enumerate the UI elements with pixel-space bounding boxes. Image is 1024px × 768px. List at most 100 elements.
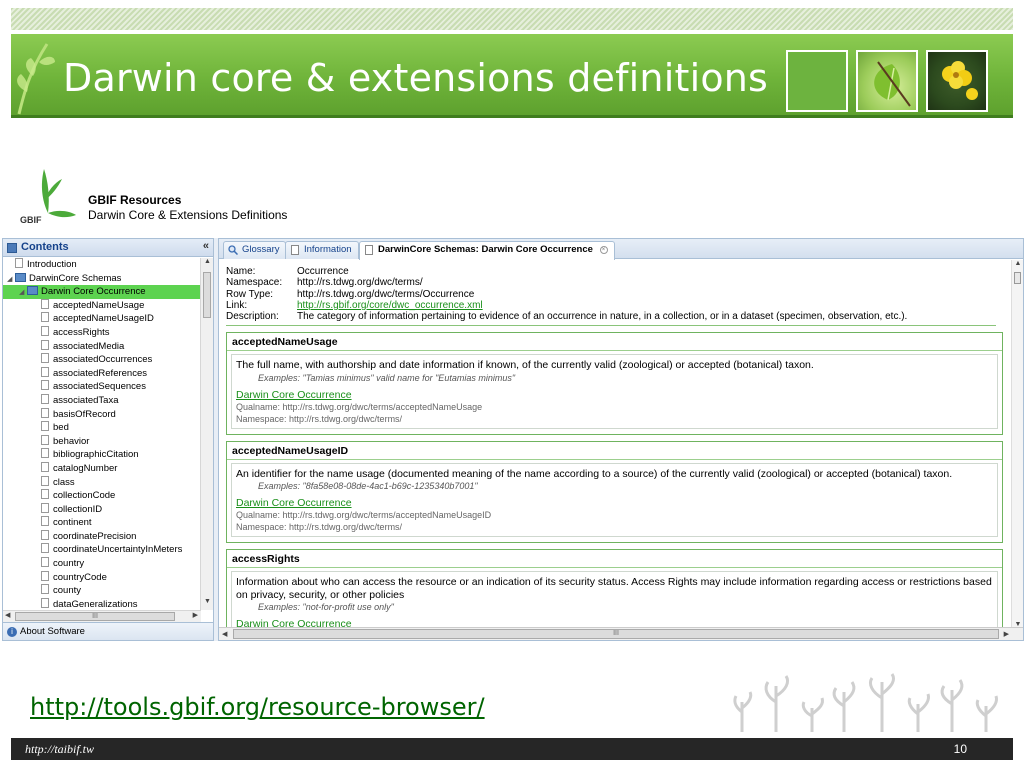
- document-icon: [41, 461, 49, 472]
- tree-item[interactable]: ◢ Darwin Core Occurrence: [3, 285, 201, 299]
- tab-bar: Glossary Information DarwinCore Schemas:…: [219, 239, 1023, 260]
- term-card: acceptedNameUsageID An identifier for th…: [226, 440, 1003, 544]
- document-icon: [41, 353, 49, 364]
- term-class-link[interactable]: Darwin Core Occurrence: [236, 389, 993, 401]
- tree-item-label: associatedMedia: [53, 340, 125, 352]
- close-tab-icon[interactable]: ×: [599, 246, 608, 254]
- tree-item-label: coordinatePrecision: [53, 530, 137, 542]
- tree-item[interactable]: collectionCode: [3, 489, 201, 503]
- scroll-down-icon[interactable]: ▼: [201, 598, 214, 610]
- book-icon: [15, 272, 26, 282]
- document-icon: [41, 421, 49, 432]
- expand-arrow-icon[interactable]: ◢: [19, 286, 27, 300]
- app-subtitle: Darwin Core & Extensions Definitions: [88, 208, 288, 222]
- tree-item[interactable]: country: [3, 557, 201, 571]
- document-icon: [41, 475, 49, 486]
- tree-item[interactable]: class: [3, 475, 201, 490]
- meta-name-key: Name:: [226, 266, 256, 277]
- main-hscroll-thumb[interactable]: III: [233, 629, 999, 639]
- about-software-label: About Software: [20, 626, 85, 637]
- scroll-right-icon[interactable]: ▶: [193, 611, 198, 619]
- tree-item-label: continent: [53, 517, 92, 529]
- meta-divider: [226, 325, 996, 327]
- meta-rowtype-value: http://rs.tdwg.org/dwc/terms/Occurrence: [297, 288, 475, 300]
- tree-item[interactable]: behavior: [3, 434, 201, 449]
- resource-browser-url[interactable]: http://tools.gbif.org/resource-browser/: [30, 693, 485, 721]
- term-description: The full name, with authorship and date …: [236, 359, 814, 372]
- tree-item[interactable]: associatedSequences: [3, 380, 201, 394]
- tree-item[interactable]: bibliographicCitation: [3, 448, 201, 462]
- tree-item-label: acceptedNameUsageID: [53, 313, 154, 325]
- tree-item-label: catalogNumber: [53, 462, 118, 474]
- sidebar-hscroll-thumb[interactable]: III: [15, 612, 175, 621]
- plants-decoration-icon: [733, 673, 998, 732]
- tree-item-label: acceptedNameUsage: [53, 299, 145, 311]
- meta-name-value: Occurrence: [297, 266, 349, 277]
- tree-item[interactable]: basisOfRecord: [3, 407, 201, 422]
- tree-item[interactable]: countryCode: [3, 570, 201, 585]
- tab-glossary[interactable]: Glossary: [223, 241, 287, 259]
- tree-item[interactable]: accessRights: [3, 325, 201, 340]
- app-header: GBIF GBIF Resources Darwin Core & Extens…: [14, 165, 414, 227]
- app-title: GBIF Resources: [88, 193, 182, 207]
- tree-item[interactable]: collectionID: [3, 502, 201, 517]
- scroll-left-icon[interactable]: ◀: [5, 611, 10, 619]
- scroll-up-icon[interactable]: ▲: [1012, 260, 1024, 267]
- green-square-image: [786, 50, 848, 112]
- main-horizontal-scrollbar[interactable]: ◀ III ▶: [219, 627, 1023, 640]
- tree-item[interactable]: county: [3, 584, 201, 598]
- tree-item[interactable]: acceptedNameUsage: [3, 298, 201, 313]
- meta-rowtype-row: Row Type: http://rs.tdwg.org/dwc/terms/O…: [226, 289, 1010, 300]
- term-description: Information about who can access the res…: [236, 576, 992, 601]
- tree-item-label: class: [53, 476, 75, 488]
- slide-title: Darwin core & extensions definitions: [63, 56, 769, 100]
- footer-url: http://taibif.tw: [25, 742, 95, 756]
- term-class-link[interactable]: Darwin Core Occurrence: [236, 497, 993, 509]
- expand-arrow-icon[interactable]: ◢: [7, 273, 15, 287]
- document-icon: [41, 502, 49, 513]
- tree-item[interactable]: Introduction: [3, 258, 201, 272]
- tree-item[interactable]: associatedOccurrences: [3, 353, 201, 367]
- main-vertical-scrollbar[interactable]: ▲ ▼: [1011, 260, 1023, 628]
- document-icon: [15, 258, 23, 268]
- gbif-logo-icon: GBIF: [20, 169, 76, 225]
- meta-description-value: The category of information pertaining t…: [297, 311, 908, 323]
- sidebar-scroll-thumb[interactable]: [203, 272, 211, 318]
- tree-item[interactable]: acceptedNameUsageID: [3, 312, 201, 326]
- sidebar-vertical-scrollbar[interactable]: ▲ ▼: [200, 258, 213, 610]
- document-icon: [41, 339, 49, 350]
- contents-sidebar: Contents « Introduction ◢ DarwinCore Schem…: [2, 238, 214, 641]
- document-icon: [41, 366, 49, 377]
- tab-darwin-core-occurrence-label: DarwinCore Schemas: Darwin Core Occurren…: [378, 244, 593, 255]
- scroll-up-icon[interactable]: ▲: [201, 258, 214, 270]
- term-body: An identifier for the name usage (docume…: [231, 462, 998, 538]
- meta-link-value[interactable]: http://rs.gbif.org/core/dwc_occurrence.x…: [297, 300, 483, 311]
- tree-item[interactable]: ◢ DarwinCore Schemas: [3, 272, 201, 286]
- tab-information[interactable]: Information: [285, 241, 359, 259]
- tree-item-label: behavior: [53, 435, 90, 447]
- collapse-sidebar-button[interactable]: «: [203, 240, 209, 252]
- tree-item[interactable]: coordinateUncertaintyInMeters: [3, 543, 201, 557]
- scroll-left-icon[interactable]: ◀: [222, 630, 227, 638]
- tree-item[interactable]: associatedMedia: [3, 339, 201, 354]
- meta-description-key: Description:: [226, 311, 279, 323]
- term-name: acceptedNameUsageID: [227, 442, 1002, 460]
- tree-item[interactable]: catalogNumber: [3, 461, 201, 476]
- sidebar-horizontal-scrollbar[interactable]: ◀ III ▶: [3, 610, 201, 622]
- tree-item[interactable]: associatedReferences: [3, 366, 201, 381]
- about-software-link[interactable]: i About Software: [3, 622, 213, 640]
- tree-item[interactable]: coordinatePrecision: [3, 529, 201, 544]
- tab-glossary-label: Glossary: [242, 244, 280, 255]
- contents-header: Contents «: [3, 239, 213, 257]
- contents-title: Contents: [21, 241, 69, 253]
- document-icon: [41, 298, 49, 309]
- term-description: An identifier for the name usage (docume…: [236, 467, 953, 480]
- tree-item[interactable]: bed: [3, 421, 201, 435]
- document-icon: [41, 516, 49, 527]
- main-scroll-thumb[interactable]: [1014, 272, 1021, 284]
- tab-darwin-core-occurrence[interactable]: DarwinCore Schemas: Darwin Core Occurren…: [359, 241, 615, 260]
- scroll-right-icon[interactable]: ▶: [1004, 630, 1009, 638]
- tree-item[interactable]: continent: [3, 516, 201, 530]
- tree-item[interactable]: associatedTaxa: [3, 393, 201, 408]
- tree-item[interactable]: dataGeneralizations: [3, 597, 201, 610]
